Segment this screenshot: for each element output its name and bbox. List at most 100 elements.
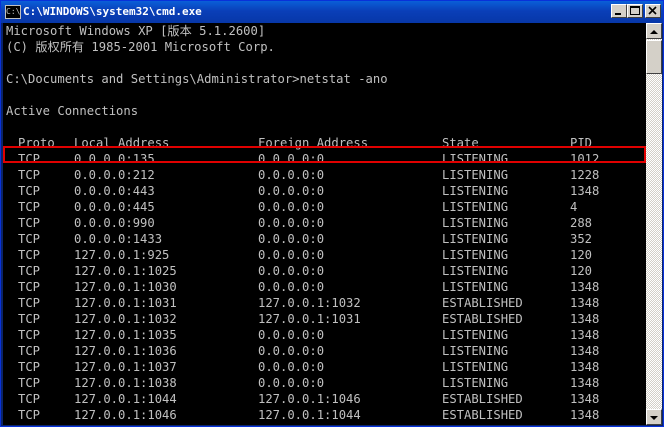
connection-row: TCP 127.0.0.1:1025 0.0.0.0:0 LISTENING 120 xyxy=(3,263,643,279)
state-cell: ESTABLISHED xyxy=(442,312,523,326)
minimize-icon xyxy=(615,13,621,15)
pid-cell: 1348 xyxy=(570,376,600,390)
proto-cell: TCP xyxy=(18,328,41,342)
proto-cell: TCP xyxy=(18,200,41,214)
local-address-cell: 127.0.0.1:1037 xyxy=(74,360,177,374)
proto-cell: TCP xyxy=(18,264,41,278)
state-cell: LISTENING xyxy=(442,248,509,262)
foreign-address-cell: 127.0.0.1:1031 xyxy=(258,312,361,326)
local-address-cell: 127.0.0.1:1025 xyxy=(74,264,177,278)
connection-row: TCP 0.0.0.0:443 0.0.0.0:0 LISTENING 1348 xyxy=(3,183,643,199)
connection-row: TCP 127.0.0.1:1037 0.0.0.0:0 LISTENING 1348 xyxy=(3,359,643,375)
local-address-cell: 0.0.0.0:445 xyxy=(74,200,155,214)
foreign-address-cell: 0.0.0.0:0 xyxy=(258,344,325,358)
console-output[interactable]: Microsoft Windows XP [版本 5.1.2600] (C) 版权… xyxy=(3,23,646,425)
proto-cell: TCP xyxy=(18,168,41,182)
local-address-cell: 0.0.0.0:1433 xyxy=(74,232,163,246)
proto-cell: TCP xyxy=(18,232,41,246)
pid-cell: 1348 xyxy=(570,312,600,326)
proto-cell: TCP xyxy=(18,360,41,374)
console-header-line: C:\Documents and Settings\Administrator>… xyxy=(6,72,388,86)
connection-row: TCP 0.0.0.0:1433 0.0.0.0:0 LISTENING 352 xyxy=(3,231,643,247)
state-cell: LISTENING xyxy=(442,344,509,358)
scroll-track[interactable] xyxy=(646,39,662,409)
foreign-address-cell: 0.0.0.0:0 xyxy=(258,360,325,374)
scroll-down-button[interactable] xyxy=(646,409,662,425)
console-header-line: Active Connections xyxy=(6,104,139,118)
foreign-address-cell: 0.0.0.0:0 xyxy=(258,184,325,198)
state-cell: LISTENING xyxy=(442,280,509,294)
pid-cell: 1348 xyxy=(570,328,600,342)
connection-row: TCP 127.0.0.1:1036 0.0.0.0:0 LISTENING 1348 xyxy=(3,343,643,359)
foreign-address-cell: 127.0.0.1:1046 xyxy=(258,392,361,406)
local-address-cell: 0.0.0.0:443 xyxy=(74,184,155,198)
cmd-icon[interactable]: C:\ xyxy=(5,5,21,19)
foreign-address-cell: 0.0.0.0:0 xyxy=(258,168,325,182)
cmd-window: C:\ C:\WINDOWS\system32\cmd.exe Microsof… xyxy=(0,0,664,427)
foreign-address-cell: 127.0.0.1:1044 xyxy=(258,408,361,422)
foreign-address-cell: 0.0.0.0:0 xyxy=(258,328,325,342)
pid-cell: 1348 xyxy=(570,392,600,406)
foreign-address-cell: 0.0.0.0:0 xyxy=(258,216,325,230)
pid-cell: 1348 xyxy=(570,280,600,294)
maximize-button[interactable] xyxy=(627,4,643,18)
scroll-up-button[interactable] xyxy=(646,23,662,39)
minimize-button[interactable] xyxy=(611,4,627,18)
foreign-address-cell: 0.0.0.0:0 xyxy=(258,264,325,278)
proto-cell: TCP xyxy=(18,248,41,262)
foreign-address-cell: 127.0.0.1:1032 xyxy=(258,296,361,310)
close-icon xyxy=(648,6,657,15)
connection-row: TCP 127.0.0.1:1038 0.0.0.0:0 LISTENING 1348 xyxy=(3,375,643,391)
vertical-scrollbar[interactable] xyxy=(646,23,662,425)
state-cell: LISTENING xyxy=(442,200,509,214)
proto-cell: TCP xyxy=(18,344,41,358)
pid-cell: 1348 xyxy=(570,344,600,358)
connection-row: TCP 127.0.0.1:1031 127.0.0.1:1032 ESTABLISH… xyxy=(3,295,643,311)
console-header-line: (C) 版权所有 1985-2001 Microsoft Corp. xyxy=(6,40,275,54)
pid-cell: 120 xyxy=(570,264,593,278)
local-address-cell: 0.0.0.0:212 xyxy=(74,168,155,182)
local-address-cell: 127.0.0.1:1038 xyxy=(74,376,177,390)
foreign-address-cell: 0.0.0.0:0 xyxy=(258,280,325,294)
foreign-address-cell: 0.0.0.0:0 xyxy=(258,232,325,246)
state-cell: LISTENING xyxy=(442,168,509,182)
cmd-icon-text: C:\ xyxy=(6,7,21,16)
proto-cell: TCP xyxy=(18,280,41,294)
proto-cell: TCP xyxy=(18,408,41,422)
state-cell: LISTENING xyxy=(442,360,509,374)
window-title: C:\WINDOWS\system32\cmd.exe xyxy=(23,5,202,18)
local-address-cell: 127.0.0.1:1046 xyxy=(74,408,177,422)
connection-row: TCP 0.0.0.0:445 0.0.0.0:0 LISTENING 4 xyxy=(3,199,643,215)
foreign-address-cell: 0.0.0.0:0 xyxy=(258,376,325,390)
local-address-cell: 127.0.0.1:1036 xyxy=(74,344,177,358)
proto-cell: TCP xyxy=(18,184,41,198)
pid-cell: 1348 xyxy=(570,296,600,310)
state-cell: LISTENING xyxy=(442,184,509,198)
connection-row: TCP 127.0.0.1:1046 127.0.0.1:1044 ESTABLISH… xyxy=(3,407,643,423)
connection-row: TCP 127.0.0.1:1030 0.0.0.0:0 LISTENING 1348 xyxy=(3,279,643,295)
highlighted-row-box xyxy=(3,146,646,163)
connection-row: TCP 127.0.0.1:1035 0.0.0.0:0 LISTENING 1348 xyxy=(3,327,643,343)
state-cell: LISTENING xyxy=(442,232,509,246)
local-address-cell: 127.0.0.1:1044 xyxy=(74,392,177,406)
proto-cell: TCP xyxy=(18,216,41,230)
state-cell: ESTABLISHED xyxy=(442,392,523,406)
foreign-address-cell: 0.0.0.0:0 xyxy=(258,200,325,214)
close-button[interactable] xyxy=(645,4,661,18)
title-bar[interactable]: C:\ C:\WINDOWS\system32\cmd.exe xyxy=(1,1,663,23)
scroll-down-arrow-icon xyxy=(650,416,658,420)
pid-cell: 4 xyxy=(570,200,578,214)
state-cell: LISTENING xyxy=(442,264,509,278)
state-cell: LISTENING xyxy=(442,328,509,342)
state-cell: ESTABLISHED xyxy=(442,408,523,422)
proto-cell: TCP xyxy=(18,392,41,406)
proto-cell: TCP xyxy=(18,312,41,326)
local-address-cell: 0.0.0.0:990 xyxy=(74,216,155,230)
pid-cell: 1348 xyxy=(570,184,600,198)
pid-cell: 120 xyxy=(570,248,593,262)
local-address-cell: 127.0.0.1:1035 xyxy=(74,328,177,342)
scroll-thumb[interactable] xyxy=(646,40,662,74)
proto-cell: TCP xyxy=(18,376,41,390)
foreign-address-cell: 0.0.0.0:0 xyxy=(258,248,325,262)
local-address-cell: 127.0.0.1:1031 xyxy=(74,296,177,310)
